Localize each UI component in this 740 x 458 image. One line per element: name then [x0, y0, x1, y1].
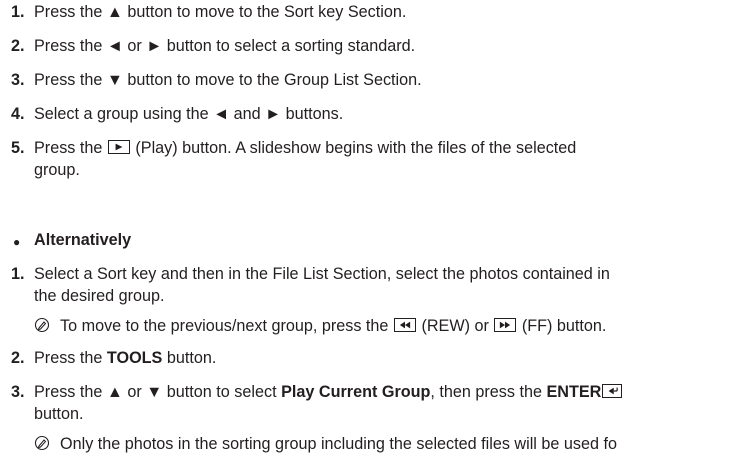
- step-text-post: (Play) button. A slideshow begins with t…: [135, 139, 577, 157]
- step-number: 2.: [11, 37, 25, 55]
- step-text: the desired group.: [34, 287, 165, 305]
- step-text-pre: Press the ▲ or ▼ button to select: [34, 383, 282, 401]
- step-text-mid: , then press the: [430, 383, 547, 401]
- step-number: 1.: [11, 265, 25, 283]
- step-text: Press the ▼ button to move to the Group …: [34, 71, 422, 89]
- step-text: Press the ▲ button to move to the Sort k…: [34, 3, 407, 21]
- step-number: 5.: [11, 139, 25, 157]
- note-text: To move to the previous/next group, pres…: [34, 316, 606, 336]
- note-text-post: (FF) button.: [521, 317, 607, 335]
- step-text: Select a Sort key and then in the File L…: [34, 265, 610, 283]
- play-current-group-label: Play Current Group: [281, 383, 431, 401]
- step-text: button.: [34, 405, 84, 423]
- step-text: Press the ◄ or ► button to select a sort…: [34, 37, 416, 55]
- step-text: Select a group using the ◄ and ► buttons…: [34, 105, 344, 123]
- step-text-pre: Press the: [34, 349, 107, 367]
- enter-key-icon: [602, 384, 623, 398]
- step-text-post: button.: [162, 349, 217, 367]
- play-key-icon: [107, 140, 130, 154]
- step-text-pre: Press the: [34, 139, 103, 157]
- step-text: group.: [34, 161, 80, 179]
- note-icon: [34, 435, 50, 451]
- step-number: 1.: [11, 3, 25, 21]
- enter-label: ENTER: [546, 383, 602, 401]
- rewind-key-icon: [393, 318, 416, 332]
- bullet-icon: ●: [13, 235, 21, 249]
- step-text: Press the (Play) button. A slideshow beg…: [34, 138, 576, 158]
- note-text-mid: (REW) or: [421, 317, 489, 335]
- step-number: 3.: [11, 383, 25, 401]
- note-icon: [34, 317, 50, 333]
- heading-text: Alternatively: [34, 231, 132, 249]
- step-number: 4.: [11, 105, 25, 123]
- note-text: Only the photos in the sorting group inc…: [34, 434, 617, 454]
- step-number: 3.: [11, 71, 25, 89]
- note-text-body: Only the photos in the sorting group inc…: [60, 435, 618, 453]
- note-text-pre: To move to the previous/next group, pres…: [60, 317, 389, 335]
- step-text: Press the TOOLS button.: [34, 348, 216, 368]
- step-text: Press the ▲ or ▼ button to select Play C…: [34, 382, 623, 402]
- fast-forward-key-icon: [494, 318, 517, 332]
- tools-label: TOOLS: [106, 349, 163, 367]
- step-number: 2.: [11, 349, 25, 367]
